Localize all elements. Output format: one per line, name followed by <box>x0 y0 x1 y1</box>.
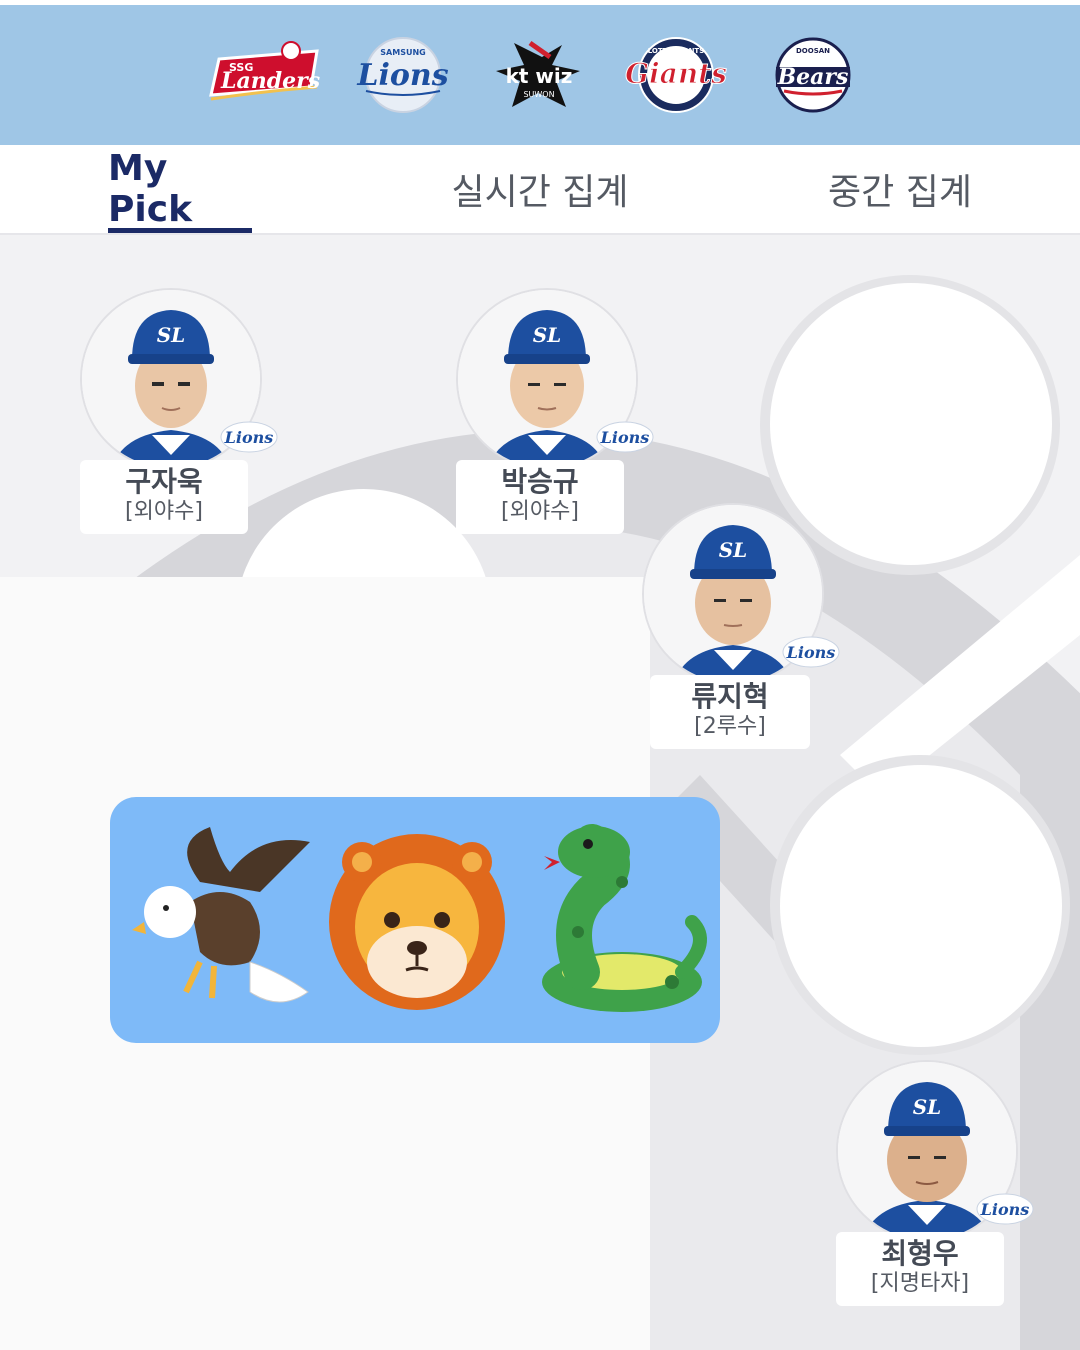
team-logo-bears[interactable]: DOOSAN Bears <box>770 35 856 115</box>
team-logo-landers[interactable]: SSG Landers <box>205 35 325 115</box>
snake-icon <box>542 824 707 1012</box>
lion-icon <box>329 834 505 1010</box>
team-badge-lions: Lions <box>976 1193 1034 1225</box>
tab-bar: My Pick 실시간 집계 중간 집계 <box>0 145 1080 235</box>
active-tab-indicator <box>108 228 252 233</box>
player-info: 박승규 [외야수] <box>456 460 624 534</box>
svg-text:Lions: Lions <box>224 428 274 447</box>
tab-my-pick[interactable]: My Pick <box>108 145 252 233</box>
player-name: 최형우 <box>881 1237 959 1270</box>
svg-text:SL: SL <box>719 538 748 562</box>
svg-text:Lions: Lions <box>356 58 448 93</box>
svg-text:Lions: Lions <box>786 643 836 662</box>
player-name: 구자욱 <box>125 465 203 498</box>
emoji-message-bubble[interactable] <box>110 797 720 1043</box>
team-logo-bar: SSG Landers SAMSUNG Lions kt wiz SUWON L… <box>0 5 1080 145</box>
svg-text:LOTTE GIANTS: LOTTE GIANTS <box>648 47 705 55</box>
svg-text:Giants: Giants <box>625 57 727 90</box>
svg-text:SL: SL <box>533 323 562 347</box>
svg-text:kt wiz: kt wiz <box>506 64 573 88</box>
empty-position-slot[interactable] <box>770 283 1052 565</box>
svg-text:Lions: Lions <box>600 428 650 447</box>
player-info: 구자욱 [외야수] <box>80 460 248 534</box>
tab-label: 실시간 집계 <box>451 172 629 213</box>
tab-label: 중간 집계 <box>828 172 972 213</box>
tab-realtime-tally[interactable]: 실시간 집계 <box>440 145 640 233</box>
player-position: [2루수] <box>694 714 766 739</box>
player-name: 류지혁 <box>691 680 769 713</box>
team-logo-ktwiz[interactable]: kt wiz SUWON <box>492 35 586 115</box>
tab-label: My Pick <box>108 148 193 230</box>
player-position: [외야수] <box>125 499 203 524</box>
team-logo-lions[interactable]: SAMSUNG Lions <box>352 35 454 115</box>
player-position: [지명타자] <box>870 1271 970 1296</box>
svg-text:Bears: Bears <box>777 64 849 90</box>
team-badge-lions: Lions <box>596 421 654 453</box>
svg-text:SUWON: SUWON <box>523 90 554 99</box>
team-logo-giants[interactable]: LOTTE GIANTS Giants <box>624 35 728 115</box>
svg-text:SL: SL <box>157 323 186 347</box>
player-position: [외야수] <box>501 499 579 524</box>
tab-interim-tally[interactable]: 중간 집계 <box>812 145 988 233</box>
team-badge-lions: Lions <box>220 421 278 453</box>
player-info: 최형우 [지명타자] <box>836 1232 1004 1306</box>
eagle-icon <box>132 827 310 1003</box>
svg-text:SAMSUNG: SAMSUNG <box>380 48 425 57</box>
player-info: 류지혁 [2루수] <box>650 675 810 749</box>
empty-position-slot[interactable] <box>780 765 1062 1047</box>
svg-text:DOOSAN: DOOSAN <box>796 47 830 55</box>
player-name: 박승규 <box>501 465 579 498</box>
svg-text:Landers: Landers <box>220 68 320 94</box>
team-badge-lions: Lions <box>782 636 840 668</box>
svg-text:Lions: Lions <box>980 1200 1030 1219</box>
svg-text:SL: SL <box>913 1095 942 1119</box>
